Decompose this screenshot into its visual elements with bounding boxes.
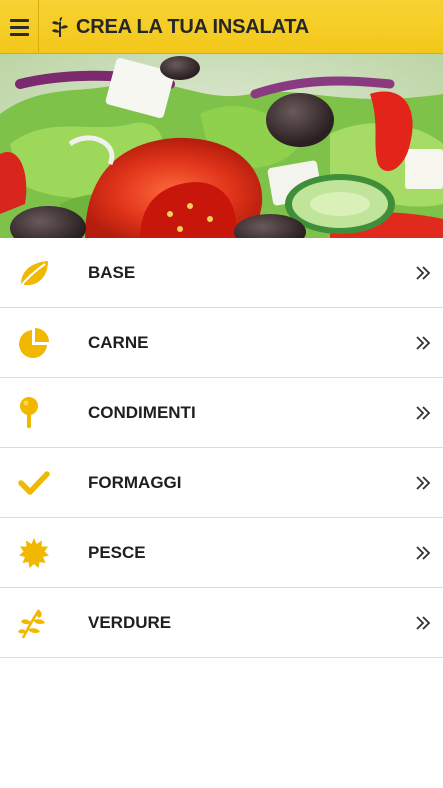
list-item-label: PESCE [88, 543, 146, 562]
salad-photo [0, 54, 443, 238]
list-item-label: BASE [88, 263, 136, 282]
app-title: CREA LA TUA INSALATA [50, 0, 309, 54]
list-item-label: CARNE [88, 333, 149, 352]
checkmark-icon [16, 465, 52, 501]
double-chevron-right-icon [415, 335, 431, 351]
list-item-verdure[interactable]: VERDURE [0, 588, 443, 658]
double-chevron-right-icon [415, 545, 431, 561]
hamburger-icon [9, 18, 29, 22]
list-item-label: CONDIMENTI [88, 403, 196, 422]
double-chevron-right-icon [415, 475, 431, 491]
category-list: BASE CARNE CONDIMENTI FORMAGGI PESCE VER… [0, 238, 443, 658]
double-chevron-right-icon [415, 405, 431, 421]
app-bar: CREA LA TUA INSALATA [0, 0, 443, 54]
hero-image [0, 54, 443, 238]
list-item-label: VERDURE [88, 613, 172, 632]
sun-burst-icon [16, 535, 52, 571]
double-chevron-right-icon [415, 615, 431, 631]
double-chevron-right-icon [415, 265, 431, 281]
list-item-carne[interactable]: CARNE [0, 308, 443, 378]
list-item-formaggi[interactable]: FORMAGGI [0, 448, 443, 518]
herb-icon [16, 605, 52, 641]
pie-chart-icon [16, 325, 52, 361]
list-item-condimenti[interactable]: CONDIMENTI [0, 378, 443, 448]
list-item-pesce[interactable]: PESCE [0, 518, 443, 588]
list-item-base[interactable]: BASE [0, 238, 443, 308]
page-title: CREA LA TUA INSALATA [76, 15, 310, 38]
list-item-label: FORMAGGI [88, 473, 182, 492]
pin-icon [16, 395, 52, 431]
menu-button[interactable] [0, 0, 39, 54]
leaf-icon [16, 255, 52, 291]
sprout-icon [52, 17, 68, 37]
